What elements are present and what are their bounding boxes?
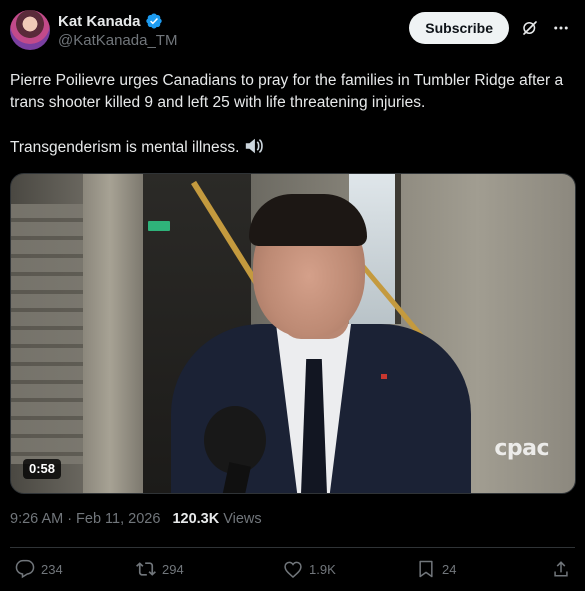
- avatar[interactable]: [10, 10, 50, 50]
- repost-count: 294: [162, 561, 184, 577]
- bookmark-button[interactable]: 24: [416, 559, 456, 579]
- subscribe-button[interactable]: Subscribe: [409, 12, 509, 44]
- like-button[interactable]: 1.9K: [283, 559, 336, 579]
- repost-button[interactable]: 294: [136, 559, 184, 579]
- handle[interactable]: @KatKanada_TM: [58, 32, 177, 49]
- name-row: Kat Kanada: [58, 12, 177, 30]
- tweet-paragraph-2-text: Transgenderism is mental illness.: [10, 139, 240, 156]
- duration-badge: 0:58: [23, 459, 62, 479]
- share-icon: [554, 561, 568, 577]
- action-bar: 234 294 1.9K 24: [10, 559, 575, 587]
- share-button[interactable]: [551, 559, 571, 579]
- display-name[interactable]: Kat Kanada: [58, 13, 141, 30]
- tweet-text: Pierre Poilievre urges Canadians to pray…: [10, 70, 575, 159]
- bookmark-icon: [419, 560, 433, 578]
- author-info: Kat Kanada @KatKanada_TM: [58, 12, 177, 50]
- cpac-watermark: cpac: [494, 436, 549, 461]
- divider: [10, 547, 575, 548]
- views-count: 120.3K: [172, 511, 220, 527]
- views-label: Views: [223, 511, 262, 527]
- reply-count: 234: [41, 561, 63, 577]
- reply-button[interactable]: 234: [15, 559, 63, 579]
- post-date[interactable]: Feb 11, 2026: [76, 511, 160, 527]
- video-player[interactable]: cpac 0:58: [10, 173, 576, 494]
- more-icon[interactable]: [551, 19, 571, 37]
- post-time[interactable]: 9:26 AM: [10, 511, 63, 527]
- meta-separator: ·: [67, 511, 73, 527]
- verified-icon: [145, 13, 162, 29]
- tweet-paragraph-2: Transgenderism is mental illness.: [10, 136, 575, 159]
- repost-icon: [136, 562, 156, 576]
- speaker-icon: [246, 138, 264, 154]
- bookmark-count: 24: [442, 561, 457, 577]
- post: Kat Kanada @KatKanada_TM Subscribe Pierr…: [0, 0, 585, 591]
- tweet-paragraph-1: Pierre Poilievre urges Canadians to pray…: [10, 72, 564, 111]
- heart-icon: [284, 561, 302, 578]
- reply-icon: [15, 559, 35, 579]
- post-meta: 9:26 AM · Feb 11, 2026 120.3K Views: [10, 511, 262, 527]
- grok-icon[interactable]: [521, 19, 539, 37]
- like-count: 1.9K: [309, 561, 336, 577]
- post-header: Kat Kanada @KatKanada_TM Subscribe: [10, 10, 573, 54]
